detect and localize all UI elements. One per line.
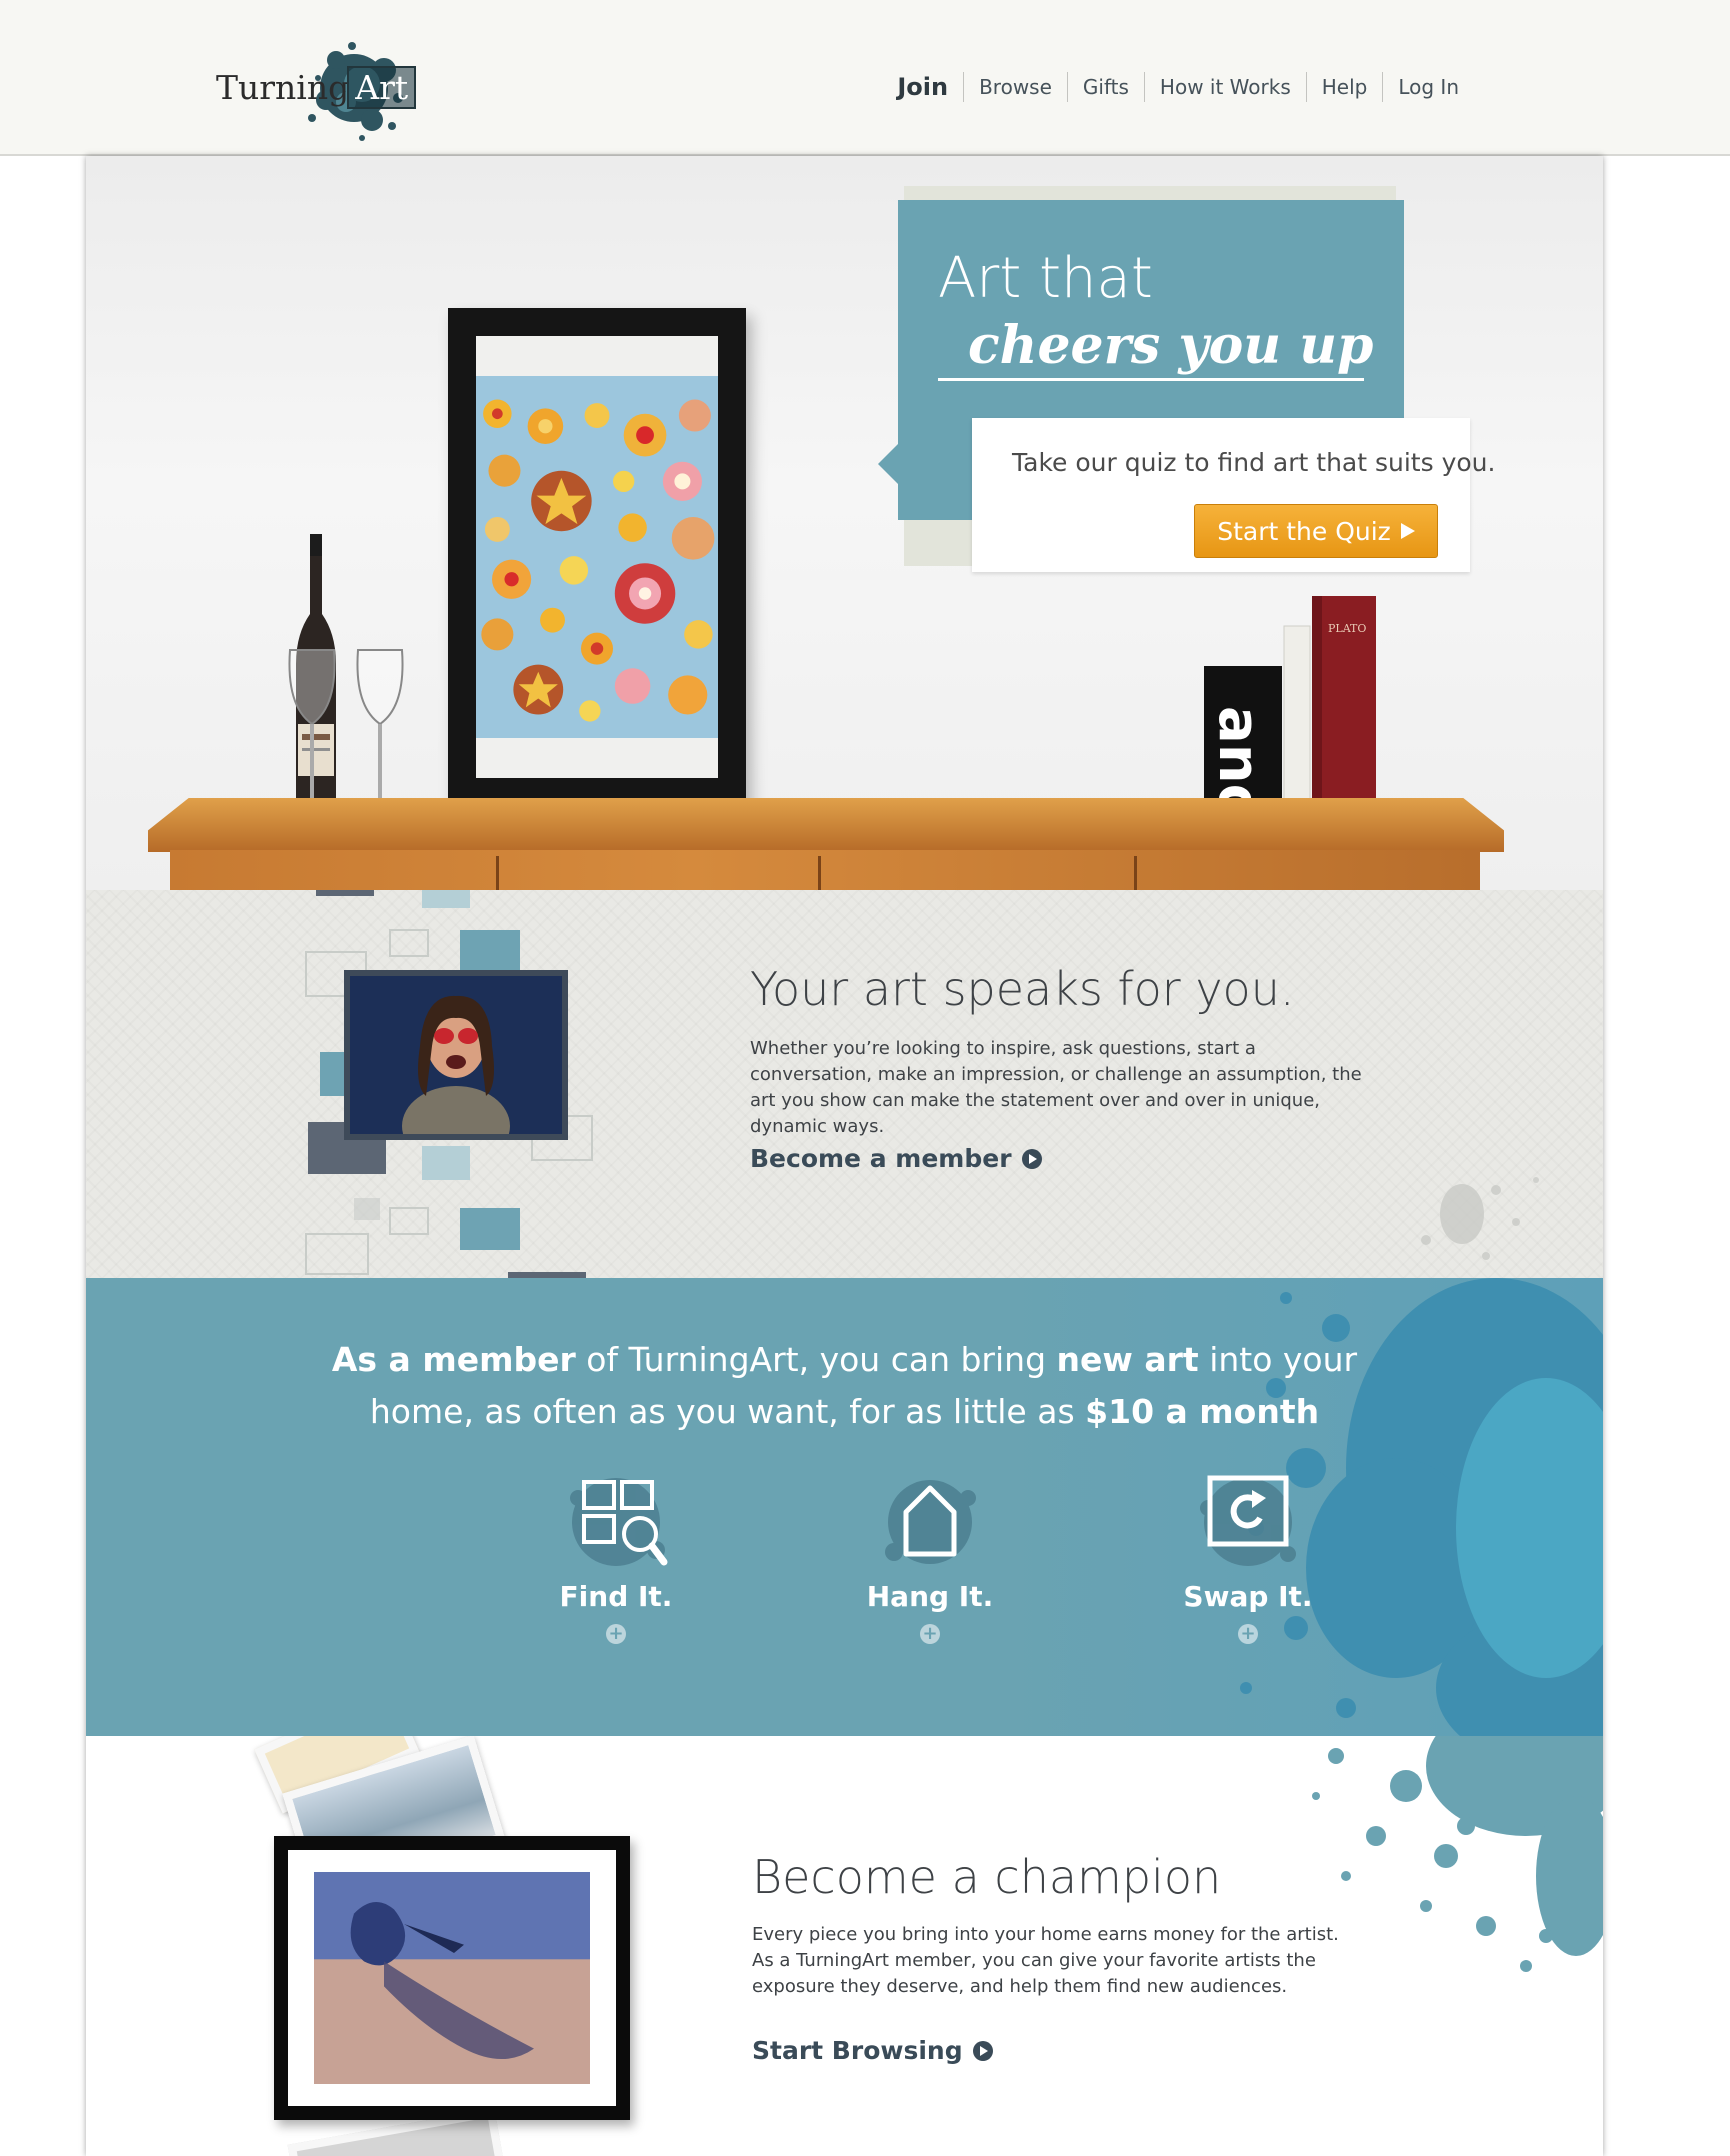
start-quiz-button[interactable]: Start the Quiz bbox=[1194, 504, 1438, 558]
framed-artwork bbox=[448, 308, 746, 806]
wooden-dresser-top bbox=[148, 798, 1504, 852]
hero-section: and PLATO Art that cheers you up Take ou… bbox=[86, 156, 1603, 890]
play-arrow-icon bbox=[1400, 523, 1415, 539]
svg-text:PLATO: PLATO bbox=[1328, 622, 1366, 635]
swap-it-label: Swap It. bbox=[1183, 1580, 1313, 1613]
books-image: and PLATO bbox=[1204, 596, 1376, 816]
champion-section: Become a champion Every piece you bring … bbox=[86, 1736, 1603, 2156]
paint-splash-decoration bbox=[1421, 1177, 1539, 1260]
wine-glass-image bbox=[355, 649, 405, 814]
top-header: Turning Art Join Browse Gifts How it Work… bbox=[0, 0, 1730, 156]
quiz-text: Take our quiz to find art that suits you… bbox=[1012, 448, 1496, 477]
expand-plus-icon[interactable]: + bbox=[606, 1624, 626, 1644]
start-browsing-label: Start Browsing bbox=[752, 2036, 963, 2065]
nav-gifts[interactable]: Gifts bbox=[1066, 72, 1144, 102]
promo-pointer bbox=[878, 442, 900, 486]
expand-plus-icon[interactable]: + bbox=[920, 1624, 940, 1644]
promo-script-title: cheers you up bbox=[938, 314, 1373, 381]
frame-mat bbox=[476, 336, 718, 778]
champion-title: Become a champion bbox=[752, 1850, 1222, 1904]
top-nav: Join Browse Gifts How it Works Help Log … bbox=[882, 72, 1474, 102]
nav-browse[interactable]: Browse bbox=[963, 72, 1067, 102]
feature-find-it[interactable]: Find It. + bbox=[516, 1468, 716, 1644]
frame-mat bbox=[288, 1850, 616, 2106]
nav-how-it-works[interactable]: How it Works bbox=[1143, 72, 1306, 102]
membership-headline: As a member of TurningArt, you can bring… bbox=[331, 1340, 1358, 1431]
wine-glass-image bbox=[287, 649, 337, 814]
logo-wordmark: Turning Art bbox=[216, 66, 417, 109]
find-icon bbox=[570, 1478, 668, 1566]
nav-join[interactable]: Join bbox=[882, 72, 963, 102]
main-panel: and PLATO Art that cheers you up Take ou… bbox=[86, 156, 1603, 2156]
nav-log-in[interactable]: Log In bbox=[1382, 72, 1474, 102]
start-browsing-link[interactable]: Start Browsing bbox=[752, 2036, 993, 2065]
speaks-section: Your art speaks for you. Whether you’re … bbox=[86, 890, 1603, 1278]
start-quiz-label: Start the Quiz bbox=[1217, 516, 1391, 546]
promo-title: Art that bbox=[938, 246, 1153, 311]
membership-band: As a member of TurningArt, you can bring… bbox=[86, 1278, 1603, 1736]
find-it-label: Find It. bbox=[559, 1580, 673, 1613]
framed-painting bbox=[274, 1836, 630, 2120]
laughing-woman-image bbox=[350, 976, 562, 1134]
wooden-dresser bbox=[170, 850, 1480, 890]
speaks-title: Your art speaks for you. bbox=[750, 962, 1295, 1016]
expand-plus-icon[interactable]: + bbox=[1238, 1624, 1258, 1644]
turningart-logo[interactable]: Turning Art bbox=[216, 38, 417, 148]
swap-icon bbox=[1200, 1475, 1296, 1566]
champion-body: Every piece you bring into your home ear… bbox=[752, 1924, 1339, 1997]
feature-hang-it[interactable]: Hang It. + bbox=[830, 1468, 1030, 1644]
cookie-pattern-artwork bbox=[476, 376, 718, 738]
hang-it-label: Hang It. bbox=[866, 1580, 994, 1613]
figure-painting-image bbox=[314, 1872, 590, 2084]
feature-swap-it[interactable]: Swap It. + bbox=[1148, 1468, 1348, 1644]
quiz-card: Take our quiz to find art that suits you… bbox=[972, 418, 1495, 572]
circle-arrow-icon bbox=[972, 2040, 993, 2061]
circle-arrow-icon bbox=[1021, 1148, 1042, 1169]
portrait-photo bbox=[344, 970, 568, 1140]
become-member-label: Become a member bbox=[750, 1144, 1012, 1173]
speaks-body: Whether you’re looking to inspire, ask q… bbox=[750, 1038, 1362, 1137]
nav-help[interactable]: Help bbox=[1305, 72, 1383, 102]
become-member-link[interactable]: Become a member bbox=[750, 1144, 1042, 1173]
hang-icon bbox=[885, 1480, 976, 1564]
